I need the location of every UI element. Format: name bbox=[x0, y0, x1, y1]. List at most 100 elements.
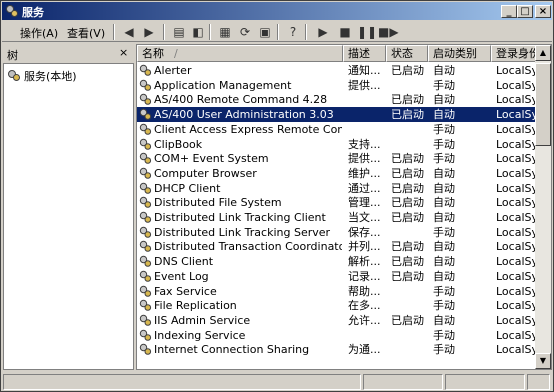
cell-name: Distributed Link Tracking Client bbox=[154, 211, 326, 224]
cell-description: 保存... bbox=[348, 225, 381, 239]
scroll-down-button[interactable]: ▼ bbox=[535, 353, 551, 369]
service-gear-icon bbox=[139, 108, 152, 120]
service-gear-icon bbox=[139, 344, 152, 356]
table-row[interactable]: Alerter通知...已启动自动LocalSystem bbox=[137, 63, 546, 78]
service-gear-icon bbox=[139, 270, 152, 282]
cell-startup-type: 自动 bbox=[433, 240, 455, 254]
service-gear-icon bbox=[139, 255, 152, 267]
menu-view[interactable]: 查看(V) bbox=[67, 25, 105, 41]
vertical-scrollbar[interactable]: ▲ ▼ bbox=[535, 45, 551, 369]
table-row[interactable]: Application Management提供...手动LocalSystem bbox=[137, 78, 546, 93]
start-service-icon[interactable]: ▶ bbox=[315, 24, 331, 40]
forward-arrow-icon[interactable]: ▶ bbox=[141, 24, 157, 40]
cell-startup-type: 自动 bbox=[433, 269, 455, 283]
cell-status: 已启动 bbox=[391, 166, 424, 180]
cell-description: 维护... bbox=[348, 166, 381, 180]
service-gear-icon bbox=[139, 64, 152, 76]
stop-service-icon[interactable]: ■ bbox=[337, 24, 353, 40]
cell-name: ClipBook bbox=[154, 137, 203, 151]
cell-startup-type: 自动 bbox=[433, 181, 455, 195]
cell-status: 已启动 bbox=[391, 93, 424, 107]
resize-grip[interactable] bbox=[527, 374, 550, 390]
cell-description: 为通... bbox=[348, 343, 381, 357]
table-row[interactable]: Distributed Link Tracking Server 保存... 手动 L… bbox=[137, 225, 546, 240]
table-row[interactable]: AS/400 Remote Command 4.28已启动自动LocalSyst… bbox=[137, 92, 546, 107]
cell-startup-type: 自动 bbox=[433, 196, 455, 210]
cell-name: File Replication bbox=[154, 299, 237, 313]
up-folder-icon[interactable]: ▤ bbox=[171, 24, 187, 40]
table-row[interactable]: IIS Admin Service允许...已启动自动LocalSystem bbox=[137, 313, 546, 328]
cell-description: 解析... bbox=[348, 255, 381, 269]
table-row[interactable]: Fax Service帮助...手动LocalSystem bbox=[137, 284, 546, 299]
table-row[interactable]: DNS Client解析...已启动自动LocalSystem bbox=[137, 254, 546, 269]
cell-status: 已启动 bbox=[391, 211, 424, 224]
table-row[interactable]: AS/400 User Administration 3.03 已启动 自动 Loca… bbox=[137, 107, 546, 123]
table-row[interactable]: Distributed Transaction Coordinator 并列...… bbox=[137, 239, 546, 254]
service-gear-icon bbox=[139, 285, 152, 297]
table-row[interactable]: Computer Browser维护...已启动自动LocalSystem bbox=[137, 166, 546, 181]
tree-item-label: 服务(本地) bbox=[24, 70, 77, 83]
service-gear-icon bbox=[139, 211, 152, 223]
cell-startup-type: 自动 bbox=[433, 108, 455, 122]
cell-name: Alerter bbox=[154, 64, 192, 77]
table-row[interactable]: ClipBook支持...手动LocalSystem bbox=[137, 137, 546, 152]
cell-name: COM+ Event System bbox=[154, 152, 269, 166]
tree-pane-header: 树 × bbox=[3, 45, 133, 62]
cell-description: 支持... bbox=[348, 137, 381, 151]
cell-startup-type: 手动 bbox=[433, 343, 455, 357]
table-row[interactable]: Distributed Link Tracking Client 当文... 已启动… bbox=[137, 210, 546, 225]
properties-icon[interactable]: ▦ bbox=[217, 24, 233, 40]
column-header-startup-type[interactable]: 启动类别 bbox=[428, 45, 491, 62]
cell-startup-type: 自动 bbox=[433, 93, 455, 107]
cell-name: Internet Connection Sharing bbox=[154, 343, 310, 357]
scroll-thumb[interactable] bbox=[535, 63, 551, 146]
cell-name: AS/400 User Administration 3.03 bbox=[154, 108, 334, 122]
cell-status: 已启动 bbox=[391, 240, 424, 254]
cell-name: Distributed File System bbox=[154, 196, 282, 210]
maximize-button[interactable]: □ bbox=[517, 5, 533, 18]
service-gear-icon bbox=[139, 79, 152, 91]
table-row[interactable]: Indexing Service手动LocalSystem bbox=[137, 328, 546, 343]
restart-service-icon[interactable]: ■▶ bbox=[378, 24, 399, 40]
service-gear-icon bbox=[139, 182, 152, 194]
table-row[interactable]: DHCP Client通过...已启动自动LocalSystem bbox=[137, 181, 546, 196]
cell-status: 已启动 bbox=[391, 255, 424, 269]
show-hide-tree-icon[interactable]: ◧ bbox=[190, 24, 206, 40]
service-gear-icon bbox=[139, 226, 152, 238]
close-pane-icon[interactable]: × bbox=[119, 46, 128, 59]
menu-action[interactable]: 操作(A) bbox=[20, 25, 58, 41]
help-icon[interactable]: ? bbox=[285, 24, 301, 40]
sort-ascending-icon: ∕ bbox=[174, 47, 178, 60]
cell-startup-type: 自动 bbox=[433, 64, 455, 77]
cell-name: AS/400 Remote Command 4.28 bbox=[154, 93, 328, 107]
back-arrow-icon[interactable]: ◀ bbox=[121, 24, 137, 40]
toolbar-separator bbox=[305, 24, 307, 40]
cell-status: 已启动 bbox=[391, 108, 424, 122]
pause-service-icon[interactable]: ❚❚ bbox=[357, 24, 377, 40]
table-row[interactable]: File Replication在多...手动LocalSystem bbox=[137, 298, 546, 313]
table-row[interactable]: Event Log记录...已启动自动LocalSystem bbox=[137, 269, 546, 284]
scroll-up-button[interactable]: ▲ bbox=[535, 45, 551, 61]
close-button[interactable]: × bbox=[535, 5, 551, 18]
tree-pane-title: 树 bbox=[7, 49, 18, 62]
column-header-name[interactable]: 名称 ∕ bbox=[137, 45, 343, 62]
column-header-description[interactable]: 描述 bbox=[343, 45, 386, 62]
minimize-button[interactable]: _ bbox=[501, 5, 517, 18]
table-row[interactable]: Internet Connection Sharing 为通... 手动 LocalS… bbox=[137, 342, 546, 357]
cell-name: DNS Client bbox=[154, 255, 214, 269]
cell-startup-type: 自动 bbox=[433, 255, 455, 269]
cell-description: 提供... bbox=[348, 78, 381, 92]
cell-description: 在多... bbox=[348, 299, 381, 313]
toolbar-separator bbox=[113, 24, 115, 40]
export-list-icon[interactable]: ▣ bbox=[257, 24, 273, 40]
cell-startup-type: 手动 bbox=[433, 137, 455, 151]
cell-description: 提供... bbox=[348, 152, 381, 166]
table-row[interactable]: Client Access Express Remote Command手动Lo… bbox=[137, 122, 546, 137]
status-bar bbox=[2, 372, 552, 391]
refresh-icon[interactable]: ⟳ bbox=[237, 24, 253, 40]
cell-status: 已启动 bbox=[391, 181, 424, 195]
column-header-status[interactable]: 状态 bbox=[386, 45, 428, 62]
table-row[interactable]: Distributed File System管理...已启动自动LocalSy… bbox=[137, 195, 546, 210]
title-bar[interactable]: 服务 _ □ × bbox=[2, 2, 552, 20]
table-row[interactable]: COM+ Event System提供...已启动手动LocalSystem bbox=[137, 151, 546, 166]
